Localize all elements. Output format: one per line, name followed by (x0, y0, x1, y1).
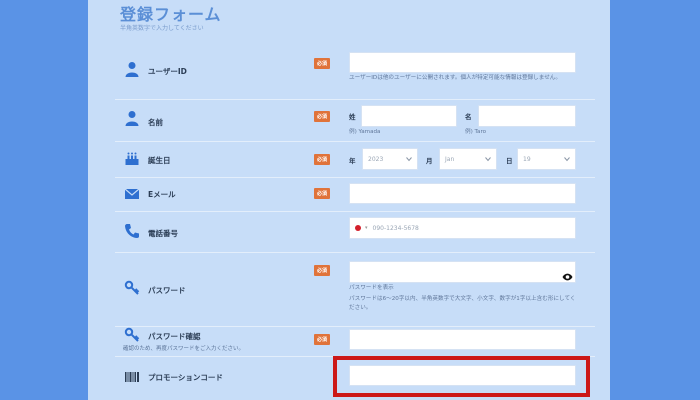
phone-label: 電話番号 (148, 229, 178, 238)
birthday-label: 誕生日 (148, 156, 171, 165)
page-subtitle: 半角英数字で入力してください (120, 25, 204, 32)
year-select[interactable]: 2023 (362, 148, 418, 170)
key-icon (124, 280, 140, 296)
phone-icon (124, 223, 140, 239)
eye-icon[interactable] (562, 267, 573, 281)
required-badge: 必須 (314, 111, 330, 122)
row-user-id: ユーザーID 必須 ユーザーIDは他のユーザーに公開されます。個人が特定可能な情… (115, 48, 595, 100)
required-badge: 必須 (314, 154, 330, 165)
password-input[interactable] (349, 261, 576, 283)
chevron-down-icon (485, 156, 491, 162)
page-title: 登録フォーム (120, 5, 222, 24)
user-id-label: ユーザーID (148, 67, 187, 76)
row-phone: 電話番号 ▾ 090-1234-5678 (115, 212, 595, 253)
required-badge: 必須 (314, 58, 330, 69)
required-badge: 必須 (314, 188, 330, 199)
last-name-prefix: 姓 (349, 113, 356, 121)
last-name-example: 例) Yamada (349, 129, 381, 135)
email-input[interactable] (349, 183, 576, 204)
required-badge: 必須 (314, 265, 330, 276)
cake-icon (124, 150, 140, 166)
year-prefix: 年 (349, 157, 356, 165)
email-label: Eメール (148, 190, 176, 199)
first-name-example: 例) Taro (465, 129, 487, 135)
chevron-down-icon (406, 156, 412, 162)
user-icon (124, 61, 140, 77)
first-name-prefix: 名 (465, 113, 472, 121)
name-label: 名前 (148, 118, 163, 127)
user-id-input[interactable] (349, 52, 576, 73)
password-confirm-input[interactable] (349, 329, 576, 350)
month-prefix: 月 (426, 157, 433, 165)
key-icon (124, 327, 140, 343)
highlight-box (333, 356, 590, 397)
user-icon (124, 110, 140, 126)
promo-code-label: プロモーションコード (148, 373, 223, 382)
last-name-input[interactable] (361, 105, 457, 127)
password-help: パスワードは6〜20字以内、半角英数字で大文字、小文字、数字が1字以上含む形にし… (349, 296, 576, 311)
password-confirm-label: パスワード確認 (148, 332, 201, 341)
first-name-input[interactable] (478, 105, 576, 127)
month-select[interactable]: Jan (439, 148, 497, 170)
day-prefix: 日 (506, 157, 513, 165)
day-value: 19 (523, 155, 531, 163)
phone-placeholder: 090-1234-5678 (372, 224, 419, 232)
barcode-icon (124, 369, 140, 385)
password-confirm-help: 確認のため、再度パスワードをご入力ください。 (123, 346, 245, 352)
row-password-confirm: パスワード確認 確認のため、再度パスワードをご入力ください。 必須 (115, 327, 595, 357)
country-dropdown-caret[interactable]: ▾ (365, 225, 368, 231)
year-value: 2023 (368, 155, 384, 163)
row-password: パスワード 必須 パスワードを表示 パスワードは6〜20字以内、半角英数字で大文… (115, 253, 595, 327)
user-id-help: ユーザーIDは他のユーザーに公開されます。個人が特定可能な情報は登録しません。 (349, 75, 561, 81)
required-badge: 必須 (314, 334, 330, 345)
show-password-hint: パスワードを表示 (349, 285, 394, 291)
chevron-down-icon (564, 156, 570, 162)
password-label: パスワード (148, 286, 186, 295)
month-value: Jan (445, 155, 455, 163)
japan-flag-icon (355, 225, 361, 231)
envelope-icon (124, 186, 140, 202)
day-select[interactable]: 19 (517, 148, 576, 170)
row-birthday: 誕生日 必須 年 2023 月 Jan 日 19 (115, 142, 595, 178)
phone-input[interactable]: ▾ 090-1234-5678 (349, 217, 576, 239)
row-email: Eメール 必須 (115, 178, 595, 212)
row-name: 名前 必須 姓 例) Yamada 名 例) Taro (115, 100, 595, 142)
